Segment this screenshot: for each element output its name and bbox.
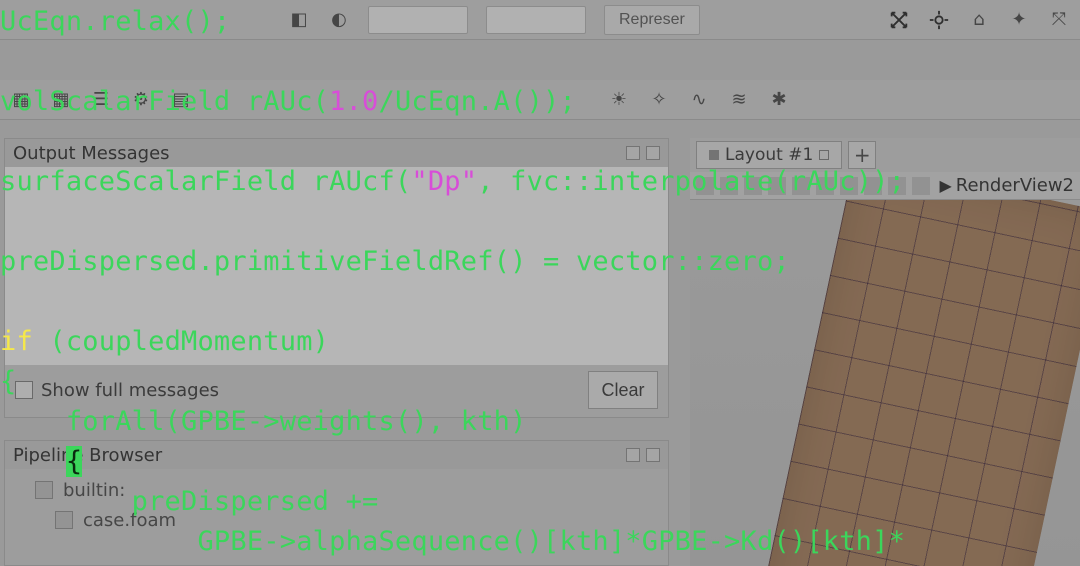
home-icon[interactable]: ⌂ <box>968 9 990 31</box>
cube-icon[interactable]: ▦ <box>50 89 72 111</box>
render-tool-icon[interactable] <box>744 177 762 195</box>
toolbar-input-1[interactable] <box>368 6 468 34</box>
clear-button[interactable]: Clear <box>588 371 658 409</box>
tree-icon[interactable]: ☰ <box>90 89 112 111</box>
pipeline-item-label: builtin: <box>63 480 125 501</box>
panel-title: Pipeline Browser <box>13 445 162 466</box>
add-layout-tab[interactable]: + <box>848 141 876 169</box>
gear-icon[interactable]: ⚙ <box>130 89 152 111</box>
render-tool-icon[interactable] <box>792 177 810 195</box>
panel-float-icon[interactable] <box>626 448 640 462</box>
layers-icon[interactable]: ▤ <box>170 89 192 111</box>
rendered-mesh <box>751 200 1080 566</box>
layout-tabbar: Layout #1 + <box>690 138 1080 172</box>
pipeline-item-label: case.foam <box>83 510 176 531</box>
wave-icon[interactable]: ∿ <box>688 89 710 111</box>
render-tool-icon[interactable] <box>912 177 930 195</box>
panel-close-icon[interactable] <box>646 146 660 160</box>
render-tool-icon[interactable] <box>888 177 906 195</box>
output-messages-panel: Output Messages Show full messages Clear <box>4 138 669 418</box>
wind-icon[interactable]: ≋ <box>728 89 750 111</box>
render-view-toolbar: ▶ RenderView2 <box>690 172 1080 200</box>
toolbar-input-2[interactable] <box>486 6 586 34</box>
panel-title: Output Messages <box>13 143 170 164</box>
render-tool-icon[interactable] <box>768 177 786 195</box>
light-icon[interactable]: ☀ <box>608 89 630 111</box>
render-tool-icon[interactable] <box>720 177 738 195</box>
panel-header: Pipeline Browser <box>5 441 668 469</box>
axes-icon[interactable]: ⤧ <box>1048 9 1070 31</box>
zoom-fit-icon[interactable] <box>928 9 950 31</box>
render-canvas[interactable] <box>690 200 1080 566</box>
server-icon <box>35 481 53 499</box>
star-icon[interactable]: ✱ <box>768 89 790 111</box>
pipeline-item[interactable]: case.foam <box>35 505 638 535</box>
checkbox-icon[interactable] <box>15 381 33 399</box>
pipeline-item[interactable]: builtin: <box>35 475 638 505</box>
main-toolbar-row1: ◧ ◐ Represer ⌂ ✦ ⤧ <box>0 0 1080 40</box>
arrow-right-icon: ▶ <box>939 176 951 195</box>
render-tool-icon[interactable] <box>840 177 858 195</box>
arrows-cross-icon[interactable] <box>888 9 910 31</box>
layout-tab[interactable]: Layout #1 <box>696 141 842 169</box>
show-full-messages-label: Show full messages <box>41 380 219 401</box>
spark-icon[interactable]: ✧ <box>648 89 670 111</box>
panel-float-icon[interactable] <box>626 146 640 160</box>
cube-icon[interactable]: ▦ <box>10 89 32 111</box>
representation-button[interactable]: Represer <box>604 5 700 35</box>
render-tool-icon[interactable] <box>864 177 882 195</box>
render-tool-icon[interactable] <box>696 177 714 195</box>
tool-icon[interactable]: ◧ <box>288 9 310 31</box>
tab-dot-icon <box>709 150 719 160</box>
render-area: Layout #1 + ▶ RenderView2 <box>690 138 1080 566</box>
tool-icon[interactable]: ◐ <box>328 9 350 31</box>
render-view-label: RenderView2 <box>956 175 1074 196</box>
output-messages-body <box>5 167 668 365</box>
file-icon <box>55 511 73 529</box>
layout-tab-label: Layout #1 <box>725 145 813 165</box>
main-toolbar-row2: ▦ ▦ ☰ ⚙ ▤ ☀ ✧ ∿ ≋ ✱ <box>0 80 1080 120</box>
tab-close-icon[interactable] <box>819 150 829 160</box>
panel-close-icon[interactable] <box>646 448 660 462</box>
pipeline-browser-panel: Pipeline Browser builtin: case.foam <box>4 440 669 566</box>
panel-header: Output Messages <box>5 139 668 167</box>
show-full-messages-checkbox[interactable]: Show full messages <box>15 380 219 401</box>
render-tool-icon[interactable] <box>816 177 834 195</box>
compass-icon[interactable]: ✦ <box>1008 9 1030 31</box>
